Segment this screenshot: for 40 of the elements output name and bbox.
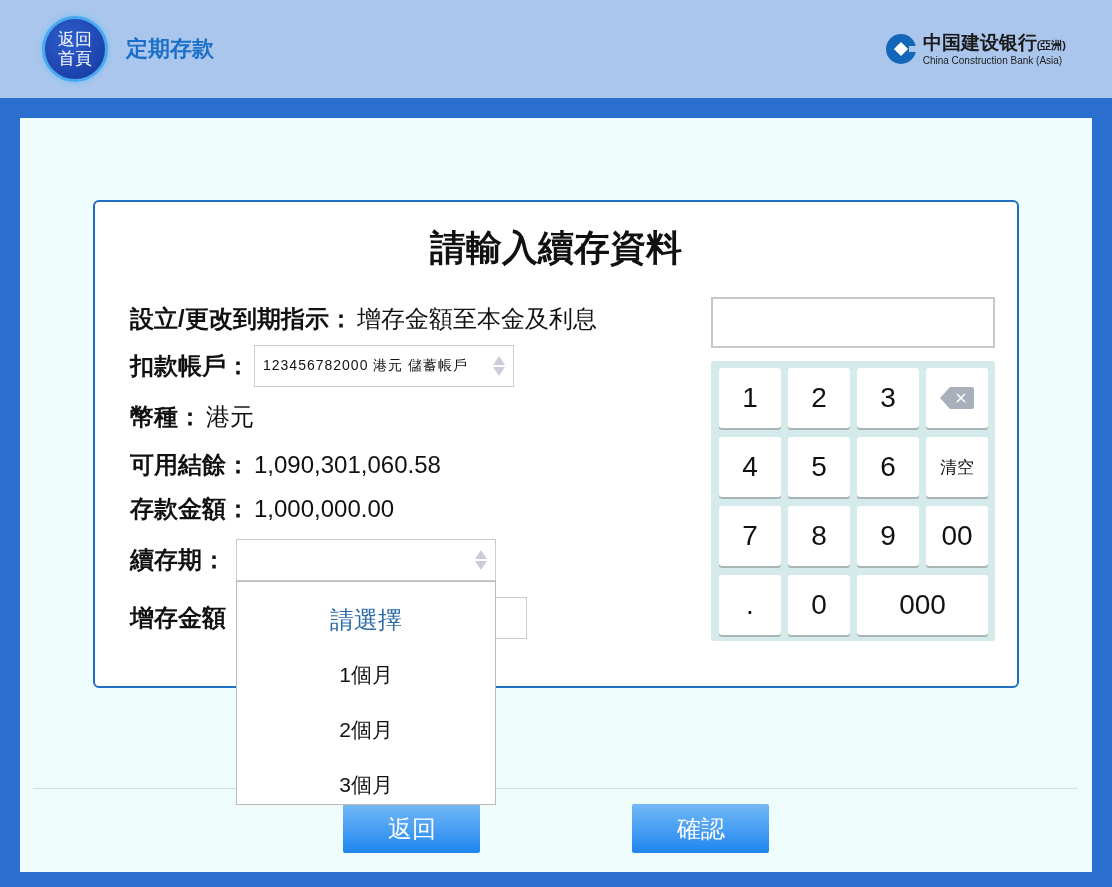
field-label: 續存期： (130, 545, 226, 575)
field-value: 港元 (206, 402, 254, 432)
spinner-icon (475, 548, 487, 572)
dropdown-option[interactable]: 請選擇 (330, 582, 402, 647)
backspace-key[interactable] (926, 368, 988, 428)
field-value: 1,000,000.00 (254, 495, 395, 523)
keypad-key[interactable]: 清空 (926, 437, 988, 497)
field-label: 扣款帳戶： (130, 351, 250, 381)
backspace-icon (940, 387, 974, 409)
keypad-key[interactable]: 000 (857, 575, 988, 635)
dropdown-option[interactable]: 2個月 (339, 702, 393, 757)
dropdown-option[interactable]: 1個月 (339, 647, 393, 702)
field-label: 存款金額： (130, 494, 250, 524)
field-label: 增存金額 (130, 603, 226, 633)
keypad-key[interactable]: 6 (857, 437, 919, 497)
keypad-key[interactable]: 1 (719, 368, 781, 428)
form-title: 請輸入續存資料 (429, 226, 683, 270)
keypad-key[interactable]: . (719, 575, 781, 635)
bank-name-english: China Construction Bank (Asia) (922, 54, 1064, 66)
keypad-key[interactable]: 7 (719, 506, 781, 566)
keypad-key[interactable]: 3 (857, 368, 919, 428)
keypad-key[interactable]: 2 (788, 368, 850, 428)
bank-logo-icon (884, 33, 917, 65)
keypad-key[interactable]: 8 (788, 506, 850, 566)
account-select[interactable]: 123456782000 港元 儲蓄帳戶 (254, 345, 514, 387)
keypad-key[interactable]: 00 (926, 506, 988, 566)
keypad-key[interactable]: 9 (857, 506, 919, 566)
page-title: 定期存款 (126, 35, 214, 63)
bank-name: 中国建设银行(亞洲) (922, 32, 1066, 55)
field-label: 幣種： (130, 402, 202, 432)
keypad-key[interactable]: 0 (788, 575, 850, 635)
keypad-key[interactable]: 4 (719, 437, 781, 497)
home-button[interactable]: 返回首頁 (42, 16, 108, 82)
spinner-icon (493, 354, 505, 378)
keypad-key[interactable]: 5 (788, 437, 850, 497)
field-label: 可用結餘： (130, 450, 250, 480)
field-value: 增存金額至本金及利息 (356, 304, 597, 334)
field-value: 1,090,301,060.58 (254, 451, 441, 479)
dropdown-option[interactable]: 3個月 (339, 757, 393, 804)
field-label: 設立/更改到期指示： (130, 304, 353, 334)
